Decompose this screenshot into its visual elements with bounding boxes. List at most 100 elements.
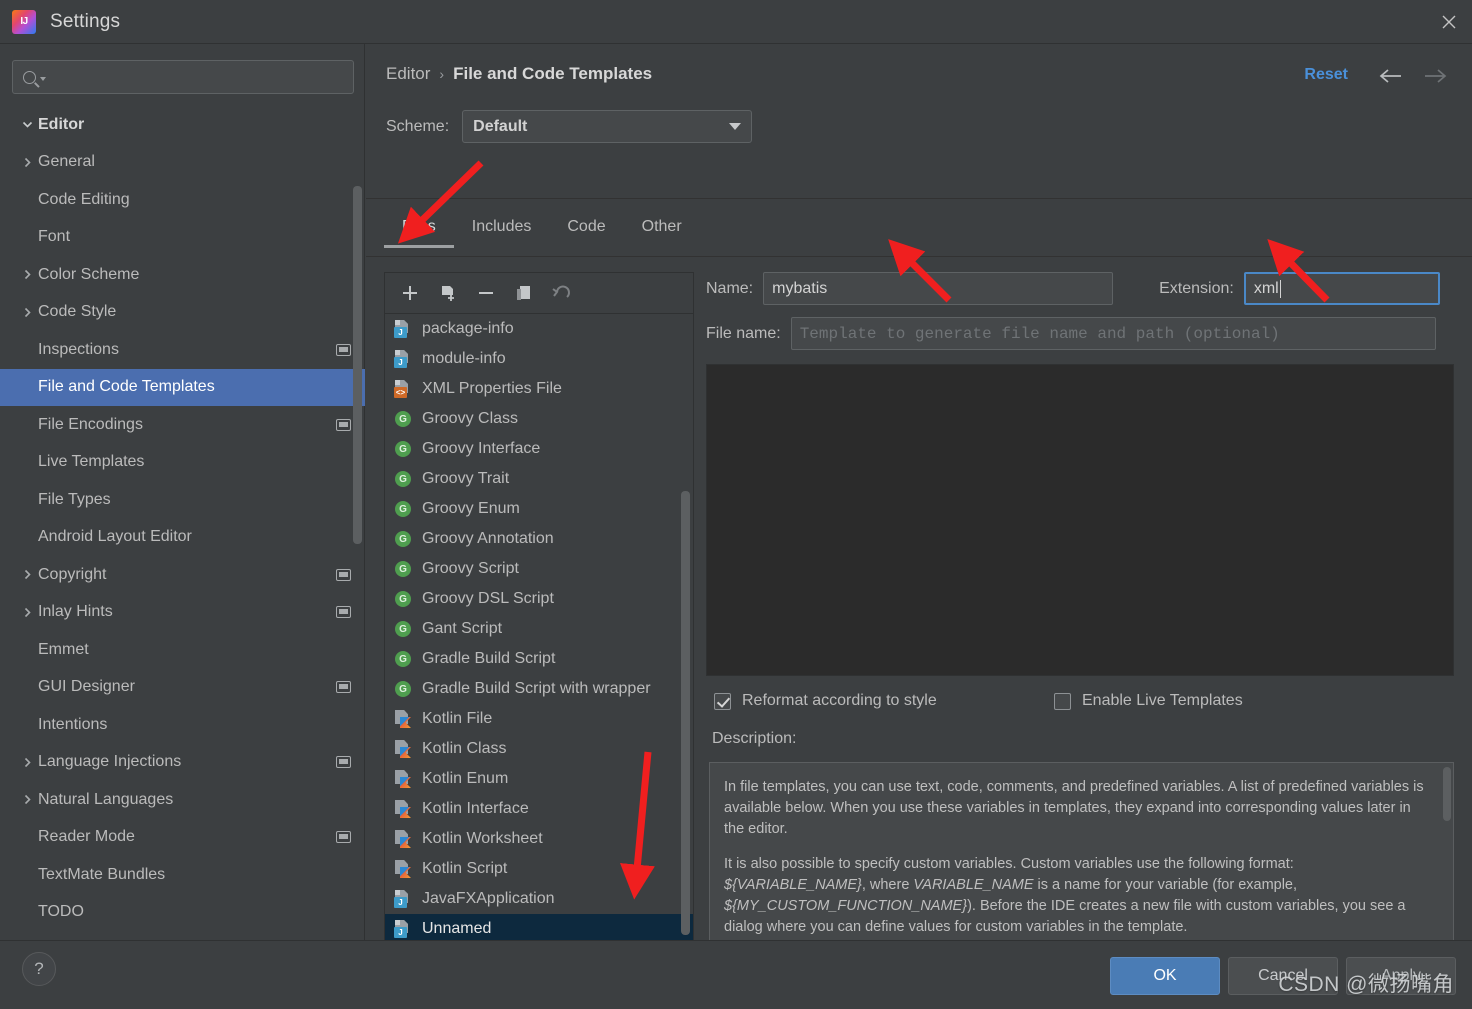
chevron-right-icon[interactable] (22, 569, 38, 580)
live-templates-checkbox[interactable]: Enable Live Templates (1054, 692, 1243, 710)
template-list-item[interactable]: Groovy Annotation (385, 524, 693, 554)
template-list-item[interactable]: Groovy Script (385, 554, 693, 584)
template-list-item-label: Gradle Build Script (422, 650, 556, 667)
template-list-item[interactable]: Kotlin Script (385, 854, 693, 884)
sidebar-item-textmate-bundles[interactable]: TextMate Bundles (0, 856, 365, 894)
template-list-item[interactable]: Groovy Class (385, 404, 693, 434)
template-list-item[interactable]: Kotlin Enum (385, 764, 693, 794)
reset-template-button (545, 277, 579, 309)
description-paragraph-1: In file templates, you can use text, cod… (724, 779, 1424, 837)
navigate-back-icon[interactable] (1376, 64, 1404, 88)
add-template-button[interactable] (393, 277, 427, 309)
navigate-forward-icon[interactable] (1422, 64, 1450, 88)
sidebar-item-language-injections[interactable]: Language Injections (0, 744, 365, 782)
sidebar-item-color-scheme[interactable]: Color Scheme (0, 256, 365, 294)
sidebar-item-code-style[interactable]: Code Style (0, 294, 365, 332)
template-list-item[interactable]: J JavaFXApplication (385, 884, 693, 914)
ok-button[interactable]: OK (1110, 957, 1220, 995)
java-file-icon: J (393, 349, 413, 369)
template-content-editor[interactable] (706, 364, 1454, 676)
name-input[interactable]: mybatis (763, 272, 1114, 305)
template-list-item[interactable]: Groovy Interface (385, 434, 693, 464)
tab-code[interactable]: Code (549, 210, 623, 245)
tab-includes[interactable]: Includes (454, 210, 550, 245)
duplicate-template-button[interactable] (507, 277, 541, 309)
sidebar-item-label: Inlay Hints (38, 603, 113, 621)
sidebar-item-font[interactable]: Font (0, 219, 365, 257)
tab-other[interactable]: Other (624, 210, 700, 245)
chevron-right-icon[interactable] (22, 607, 38, 618)
template-list-item[interactable]: Kotlin Class (385, 734, 693, 764)
template-list-item[interactable]: Kotlin File (385, 704, 693, 734)
template-list-item[interactable]: Gradle Build Script (385, 644, 693, 674)
scheme-select[interactable]: Default (462, 110, 753, 143)
sidebar-item-gui-designer[interactable]: GUI Designer (0, 669, 365, 707)
chevron-right-icon[interactable] (22, 794, 38, 805)
apply-button[interactable]: Apply (1346, 957, 1456, 995)
template-list-item[interactable]: Kotlin Interface (385, 794, 693, 824)
groovy-file-icon (393, 619, 413, 639)
sidebar-item-file-encodings[interactable]: File Encodings (0, 406, 365, 444)
sidebar-scrollbar[interactable] (353, 186, 362, 544)
template-list-item[interactable]: Gradle Build Script with wrapper (385, 674, 693, 704)
sidebar-item-todo[interactable]: TODO (0, 894, 365, 932)
checkbox-unchecked-icon (1054, 692, 1071, 710)
tab-files[interactable]: Files (384, 210, 454, 248)
sidebar-item-reader-mode[interactable]: Reader Mode (0, 819, 365, 857)
groovy-file-icon (393, 649, 413, 669)
chevron-right-icon[interactable] (22, 157, 38, 168)
extension-input[interactable]: xml (1243, 272, 1440, 305)
template-list-item[interactable]: Jpackage-info (385, 314, 693, 344)
template-list-item[interactable]: Groovy Trait (385, 464, 693, 494)
sidebar-item-label: Editor (38, 115, 85, 133)
sidebar-item-intentions[interactable]: Intentions (0, 706, 365, 744)
chevron-right-icon[interactable] (22, 269, 38, 280)
sidebar-item-file-and-code-templates[interactable]: File and Code Templates (0, 368, 365, 406)
sidebar-item-copyright[interactable]: Copyright (0, 556, 365, 594)
sidebar-item-code-editing[interactable]: Code Editing (0, 181, 365, 219)
chevron-down-icon[interactable] (22, 119, 38, 130)
cancel-button[interactable]: Cancel (1228, 957, 1338, 995)
chevron-right-icon[interactable] (22, 307, 38, 318)
sidebar-item-natural-languages[interactable]: Natural Languages (0, 781, 365, 819)
sidebar-item-editor[interactable]: Editor (0, 106, 365, 144)
template-list-item[interactable]: Kotlin Worksheet (385, 824, 693, 854)
reformat-checkbox[interactable]: Reformat according to style (714, 692, 1054, 710)
sidebar-item-inspections[interactable]: Inspections (0, 331, 365, 369)
sidebar-item-file-types[interactable]: File Types (0, 481, 365, 519)
sidebar-item-general[interactable]: General (0, 144, 365, 182)
sidebar-item-android-layout-editor[interactable]: Android Layout Editor (0, 519, 365, 557)
name-input-value: mybatis (772, 279, 828, 297)
remove-template-button[interactable] (469, 277, 503, 309)
java-file-icon: J (393, 919, 413, 939)
project-scope-icon (336, 756, 351, 769)
sidebar-item-live-templates[interactable]: Live Templates (0, 444, 365, 482)
sidebar-item-label: Code Editing (38, 190, 130, 208)
search-input[interactable] (12, 60, 354, 94)
extension-input-value: xml (1253, 279, 1279, 297)
file-name-input[interactable]: Template to generate file name and path … (790, 317, 1436, 350)
breadcrumb-root[interactable]: Editor (386, 64, 430, 84)
sidebar-item-emmet[interactable]: Emmet (0, 631, 365, 669)
template-list-item[interactable]: Jmodule-info (385, 344, 693, 374)
sidebar-item-label: Inspections (38, 340, 119, 358)
template-list-item-label: package-info (422, 320, 514, 337)
chevron-right-icon[interactable] (22, 757, 38, 768)
template-list-item[interactable]: Groovy Enum (385, 494, 693, 524)
template-list-item[interactable]: <> XML Properties File (385, 374, 693, 404)
header-divider (366, 198, 1472, 199)
template-list-item[interactable]: Groovy DSL Script (385, 584, 693, 614)
desc-var-1: ${VARIABLE_NAME} (724, 877, 862, 893)
sidebar-item-label: Color Scheme (38, 265, 140, 283)
sidebar-item-inlay-hints[interactable]: Inlay Hints (0, 594, 365, 632)
template-list-item[interactable]: Gant Script (385, 614, 693, 644)
kotlin-file-icon (393, 799, 413, 819)
reset-link[interactable]: Reset (1304, 66, 1348, 84)
template-list-vertical-scrollbar[interactable] (681, 491, 690, 935)
description-scrollbar[interactable] (1443, 767, 1451, 821)
settings-sidebar: Editor General Code Editing Font Color Schem… (0, 44, 365, 940)
close-icon[interactable] (1426, 0, 1472, 44)
help-button[interactable]: ? (22, 952, 56, 986)
desc-text-b: , where (861, 877, 914, 893)
copy-template-button[interactable] (431, 277, 465, 309)
